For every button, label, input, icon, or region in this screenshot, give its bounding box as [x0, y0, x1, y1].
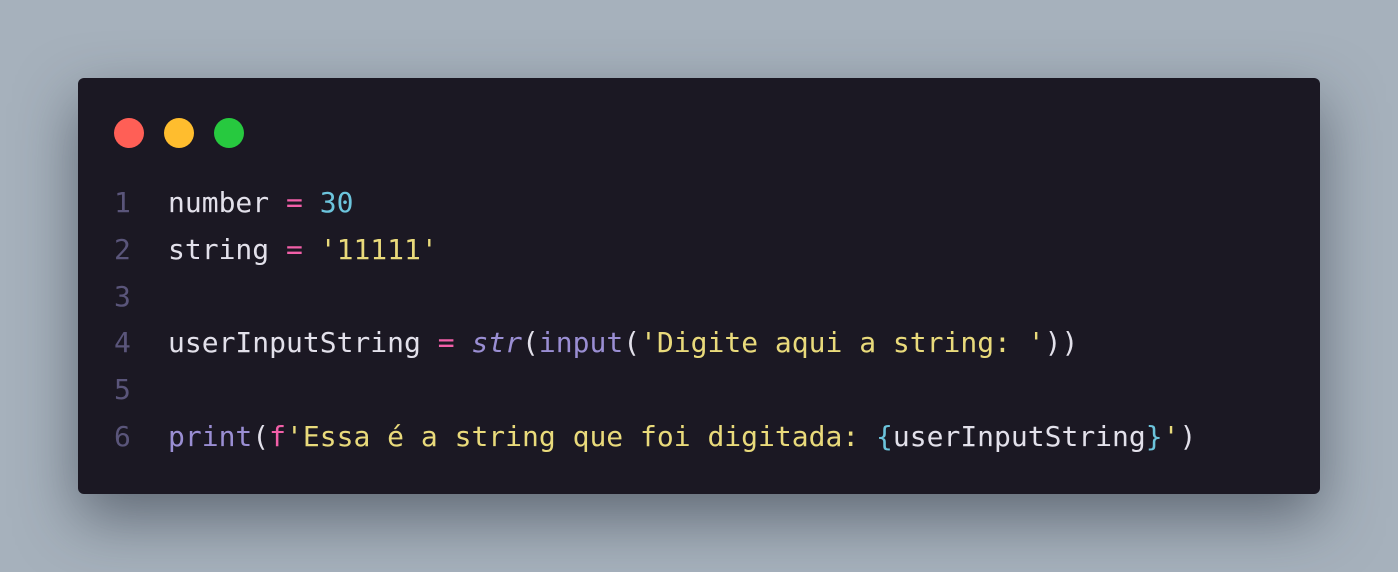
code-token: print [168, 419, 253, 453]
code-token: ( [623, 326, 641, 360]
code-line: 4 userInputString = str(input('Digite aqu… [78, 320, 1320, 367]
code-token: input [538, 326, 624, 360]
code-token: f [269, 419, 287, 453]
line-number: 5 [114, 373, 131, 407]
code-text: number = 30 [168, 180, 353, 227]
code-token: )) [1044, 326, 1079, 360]
code-token: ) [1179, 419, 1197, 453]
code-token: = [286, 186, 303, 219]
code-token: 'Essa é a string que foi digitada: [286, 419, 877, 453]
code-token: str [471, 326, 523, 360]
code-text: string = '11111' [168, 227, 438, 274]
close-dot-icon[interactable] [114, 118, 144, 148]
code-token: = [437, 326, 455, 360]
maximize-dot-icon[interactable] [214, 118, 244, 148]
code-text: print(f'Essa é a string que foi digitada… [168, 414, 1196, 461]
code-token: { [876, 419, 893, 453]
code-window: 1 number = 30 2 string = '11111' 3 4 userInput… [78, 78, 1320, 494]
code-line: 3 [78, 274, 1320, 321]
code-token: userInputString [892, 419, 1146, 453]
code-line: 5 [78, 367, 1320, 414]
minimize-dot-icon[interactable] [164, 118, 194, 148]
code-line: 6 print(f'Essa é a string que foi digitad… [78, 414, 1320, 461]
code-token: '11111' [319, 232, 438, 266]
code-token: ( [252, 419, 270, 453]
line-number: 3 [114, 279, 131, 313]
code-line: 2 string = '11111' [78, 227, 1320, 274]
code-token: ( [522, 326, 539, 360]
code-token: ' [1162, 419, 1180, 453]
code-token: 30 [319, 186, 354, 219]
line-number: 6 [114, 419, 131, 453]
line-number: 4 [114, 326, 131, 360]
code-line: 1 number = 30 [78, 180, 1320, 227]
code-token: = [286, 232, 303, 266]
code-token: 'Digite aqui a string: ' [640, 326, 1045, 360]
code-token: string [168, 232, 270, 266]
code-token: } [1145, 419, 1163, 453]
code-token: userInputString [168, 326, 421, 360]
code-text: userInputString = str(input('Digite aqui… [168, 320, 1078, 367]
code-token: number [168, 186, 270, 219]
line-number: 2 [114, 232, 131, 266]
line-number: 1 [114, 186, 131, 219]
code-block: 1 number = 30 2 string = '11111' 3 4 userInput… [78, 180, 1320, 461]
